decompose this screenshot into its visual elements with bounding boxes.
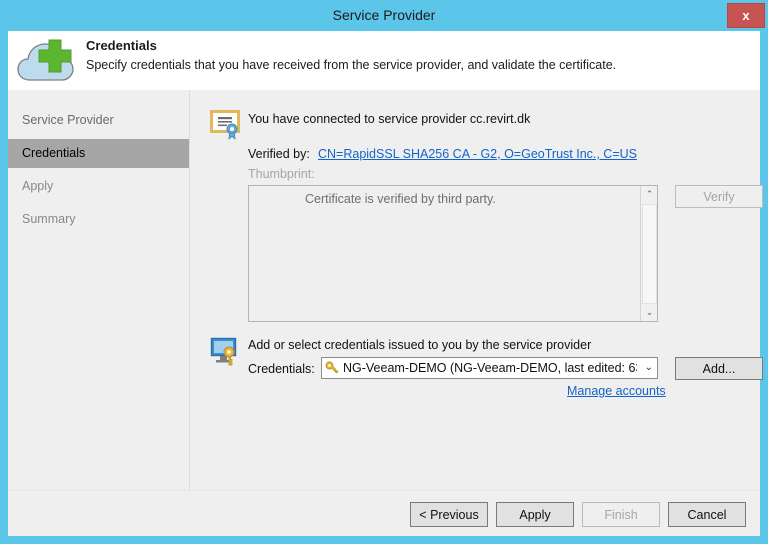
certificate-details-text: Certificate is verified by third party. [305,192,496,206]
scroll-up-icon[interactable]: ⌃ [641,186,657,203]
cloud-plus-icon [16,36,78,86]
credentials-description: Add or select credentials issued to you … [248,338,592,352]
page-title: Credentials [86,38,157,53]
connection-status-text: You have connected to service provider c… [248,112,531,126]
dialog-body: Service Provider Credentials Apply Summa… [8,90,763,490]
sidebar-item-service-provider[interactable]: Service Provider [8,106,189,135]
add-credentials-button[interactable]: Add... [675,357,763,380]
finish-button[interactable]: Finish [582,502,660,527]
certificate-scrollbar[interactable]: ⌃ ⌄ [640,186,657,321]
sidebar-item-summary[interactable]: Summary [8,205,189,234]
certificate-icon [210,108,242,140]
page-subtitle: Specify credentials that you have receiv… [86,58,617,72]
key-icon [325,361,339,375]
credentials-label: Credentials: [248,362,315,376]
certificate-details-box: Certificate is verified by third party. … [248,185,658,322]
title-bar: Service Provider x [0,0,768,31]
wizard-sidebar: Service Provider Credentials Apply Summa… [8,90,190,490]
apply-button[interactable]: Apply [496,502,574,527]
cancel-button[interactable]: Cancel [668,502,746,527]
chevron-down-icon[interactable]: ⌄ [645,358,653,378]
scroll-down-icon[interactable]: ⌄ [641,304,657,321]
wizard-content: You have connected to service provider c… [191,90,763,490]
close-icon[interactable]: x [727,3,765,28]
monitor-key-icon [210,335,242,367]
thumbprint-label: Thumbprint: [248,167,315,181]
previous-button[interactable]: < Previous [410,502,488,527]
sidebar-item-apply[interactable]: Apply [8,172,189,201]
manage-accounts-link[interactable]: Manage accounts [567,384,666,398]
dialog-footer: < Previous Apply Finish Cancel [8,490,760,536]
credentials-dropdown[interactable]: NG-Veeam-DEMO (NG-Veeam-DEMO, last edite… [321,357,658,379]
verify-button[interactable]: Verify [675,185,763,208]
verified-by-label: Verified by: [248,147,310,161]
sidebar-item-credentials[interactable]: Credentials [8,139,189,168]
verified-by-link[interactable]: CN=RapidSSL SHA256 CA - G2, O=GeoTrust I… [318,147,637,161]
dialog-header: Credentials Specify credentials that you… [8,31,760,90]
scrollbar-thumb[interactable] [642,204,657,304]
service-provider-dialog: Service Provider x Credentials Specify c… [0,0,768,544]
window-title: Service Provider [332,7,436,23]
credentials-selected-value: NG-Veeam-DEMO (NG-Veeam-DEMO, last edite… [343,361,637,375]
